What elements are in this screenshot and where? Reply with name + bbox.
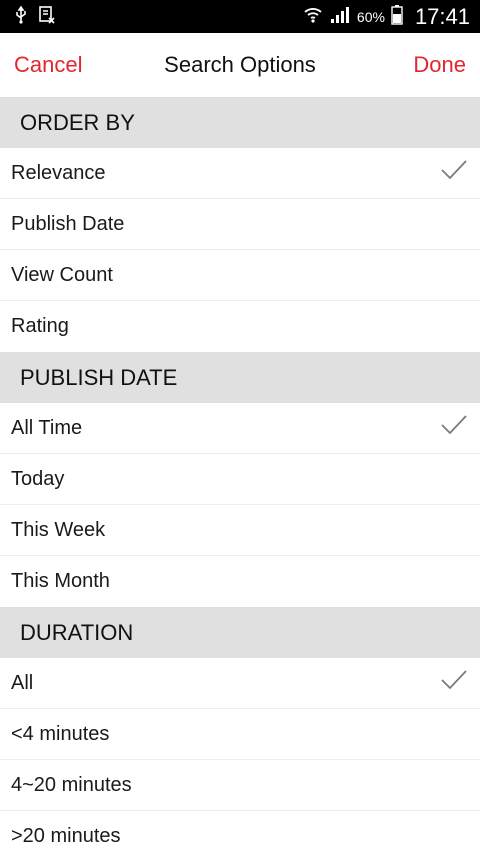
usb-icon	[14, 5, 28, 27]
option-label: 4~20 minutes	[11, 773, 132, 796]
option-row-this-month[interactable]: This Month	[0, 556, 480, 607]
clock: 17:41	[414, 3, 470, 29]
checkmark-icon	[440, 414, 468, 442]
option-label: Relevance	[11, 161, 106, 184]
option-row-this-week[interactable]: This Week	[0, 505, 480, 556]
option-label: This Month	[11, 570, 110, 592]
checkmark-icon	[440, 159, 468, 187]
option-label: Rating	[11, 315, 69, 337]
option-label: >20 minutes	[11, 825, 121, 847]
section-header: PUBLISH DATE	[0, 352, 480, 403]
cancel-button[interactable]: Cancel	[14, 52, 82, 78]
option-row-rating[interactable]: Rating	[0, 301, 480, 352]
option-row-over-20-minutes[interactable]: >20 minutes	[0, 811, 480, 854]
done-button[interactable]: Done	[413, 52, 466, 78]
option-row-all[interactable]: All	[0, 658, 480, 709]
nav-bar: Cancel Search Options Done	[0, 33, 480, 97]
option-label: All Time	[11, 416, 83, 439]
option-row-today[interactable]: Today	[0, 454, 480, 505]
option-row-publish-date[interactable]: Publish Date	[0, 199, 480, 250]
option-label: View Count	[11, 263, 113, 286]
option-label: Today	[11, 467, 65, 490]
section-publish-date: PUBLISH DATE All Time Today This Week Th…	[0, 352, 480, 607]
option-label: Publish Date	[11, 212, 125, 235]
checkmark-icon	[440, 669, 468, 697]
section-order-by: ORDER BY Relevance Publish Date View Cou…	[0, 97, 480, 352]
battery-percent: 60%	[356, 8, 385, 25]
option-row-all-time[interactable]: All Time	[0, 403, 480, 454]
option-label: All	[11, 671, 34, 694]
download-icon	[38, 6, 56, 27]
option-row-relevance[interactable]: Relevance	[0, 148, 480, 199]
wifi-icon	[303, 6, 323, 27]
section-header: DURATION	[0, 607, 480, 658]
option-row-under-4-minutes[interactable]: <4 minutes	[0, 709, 480, 760]
section-header: ORDER BY	[0, 97, 480, 148]
status-bar: 60% 17:41	[0, 0, 480, 33]
option-label: This Week	[11, 518, 106, 541]
option-row-4-20-minutes[interactable]: 4~20 minutes	[0, 760, 480, 811]
battery-icon	[391, 5, 403, 28]
section-duration: DURATION All <4 minutes 4~20 minutes >20…	[0, 607, 480, 854]
option-row-view-count[interactable]: View Count	[0, 250, 480, 301]
signal-icon	[329, 6, 351, 27]
option-label: <4 minutes	[11, 722, 110, 745]
